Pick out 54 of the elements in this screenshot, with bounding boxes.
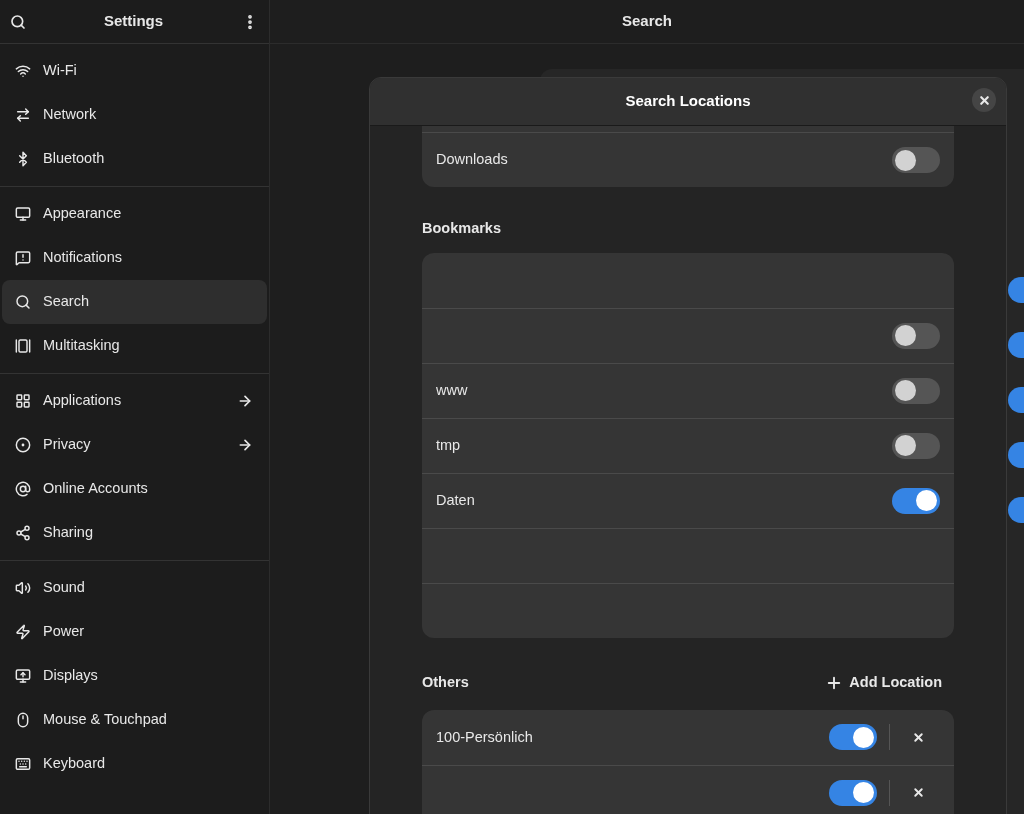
sidebar-item[interactable]: Sharing bbox=[2, 511, 267, 555]
bolt-icon bbox=[15, 624, 31, 640]
row-label: 100-Persönlich bbox=[436, 729, 533, 746]
section-heading: Others bbox=[422, 672, 469, 692]
close-icon bbox=[911, 730, 925, 744]
sidebar-item[interactable]: Keyboard bbox=[2, 742, 267, 786]
grid-icon bbox=[15, 393, 31, 409]
sidebar-item[interactable]: Notifications bbox=[2, 236, 267, 280]
search-icon bbox=[15, 294, 31, 310]
target-icon bbox=[15, 437, 31, 453]
sidebar-item[interactable]: Displays bbox=[2, 654, 267, 698]
speaker-icon bbox=[15, 580, 31, 596]
sidebar-item[interactable]: Privacy bbox=[2, 423, 267, 467]
sidebar-item[interactable]: Network bbox=[2, 93, 267, 137]
toggle-switch[interactable] bbox=[892, 432, 940, 459]
section-heading: Bookmarks bbox=[422, 219, 502, 238]
mouse-icon bbox=[15, 712, 31, 728]
dialog-title: Search Locations bbox=[625, 91, 751, 112]
close-icon bbox=[977, 93, 991, 107]
toggle-switch[interactable] bbox=[892, 322, 940, 349]
row-label: tmp bbox=[436, 435, 461, 455]
sidebar-item[interactable]: Online Accounts bbox=[2, 467, 267, 511]
sidebar-item[interactable]: Bluetooth bbox=[2, 137, 267, 181]
toggle-switch[interactable] bbox=[892, 487, 940, 514]
sidebar-item[interactable]: Appearance bbox=[2, 192, 267, 236]
display-icon bbox=[15, 668, 31, 684]
at-sign-icon bbox=[15, 481, 31, 497]
toggle-switch[interactable] bbox=[829, 779, 877, 806]
toggle-switch[interactable] bbox=[892, 147, 940, 173]
toggle-switch[interactable] bbox=[892, 377, 940, 404]
search-icon[interactable] bbox=[10, 13, 26, 30]
monitor-icon bbox=[15, 206, 31, 222]
sidebar-item[interactable]: Mouse & Touchpad bbox=[2, 698, 267, 742]
sidebar-item[interactable]: Sound bbox=[2, 566, 267, 610]
add-location-button[interactable]: Add Location bbox=[813, 667, 954, 698]
row-label: www bbox=[436, 380, 468, 400]
wifi-icon bbox=[15, 63, 31, 79]
notification-icon bbox=[15, 250, 31, 266]
sidebar-item[interactable]: Wi-Fi bbox=[2, 49, 267, 93]
keyboard-icon bbox=[15, 756, 31, 772]
windows-icon bbox=[15, 338, 31, 354]
page-title: Search bbox=[621, 11, 672, 32]
share-icon bbox=[15, 525, 31, 541]
arrows-icon bbox=[15, 107, 31, 123]
close-button[interactable] bbox=[972, 88, 996, 112]
sidebar-item[interactable]: Power bbox=[2, 610, 267, 654]
toggle-switch[interactable] bbox=[829, 724, 877, 751]
row-label: Downloads bbox=[436, 150, 508, 170]
sidebar-item[interactable]: Search bbox=[2, 280, 267, 324]
close-icon bbox=[911, 786, 925, 800]
sidebar-title: Settings bbox=[103, 11, 164, 32]
sidebar-item[interactable]: Multitasking bbox=[2, 324, 267, 368]
sidebar-item[interactable]: Applications bbox=[2, 379, 267, 423]
row-label: Daten bbox=[436, 490, 475, 510]
